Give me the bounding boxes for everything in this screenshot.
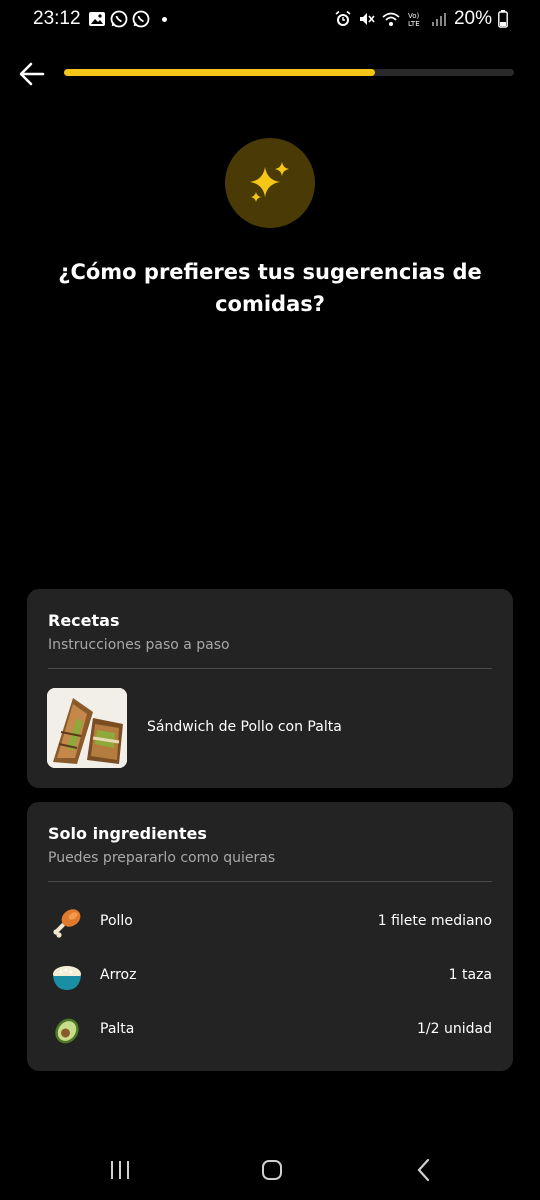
ingredient-row: Pollo 1 filete mediano [27, 902, 513, 942]
whatsapp-icon [132, 10, 150, 28]
wifi-icon [382, 12, 400, 26]
recipe-thumbnail [47, 688, 127, 768]
option-card-recipes[interactable]: Recetas Instrucciones paso a paso Sándwi… [27, 589, 513, 788]
svg-text:LTE: LTE [408, 20, 420, 28]
battery-icon [498, 10, 508, 28]
progress-fill [64, 69, 375, 76]
arrow-left-icon [19, 62, 45, 86]
avocado-icon [55, 1018, 79, 1044]
ingredient-name: Arroz [100, 967, 137, 983]
ingredient-quantity: 1 taza [448, 967, 492, 983]
divider [48, 668, 492, 669]
back-button[interactable] [14, 56, 50, 92]
ingredient-quantity: 1/2 unidad [417, 1021, 492, 1037]
system-nav-bar [0, 1140, 540, 1200]
top-bar [0, 50, 540, 94]
image-icon [89, 12, 105, 26]
chicken-leg-icon [53, 909, 81, 938]
svg-text:Vo): Vo) [408, 12, 420, 20]
home-button[interactable] [252, 1156, 292, 1184]
page-title: ¿Cómo prefieres tus sugerencias de comid… [58, 260, 482, 316]
more-notifications-dot [162, 16, 167, 22]
alarm-icon [335, 10, 351, 26]
card-title: Solo ingredientes [48, 824, 207, 843]
system-back-button[interactable] [404, 1156, 444, 1184]
divider [48, 881, 492, 882]
back-icon [417, 1158, 430, 1182]
mute-icon [359, 13, 375, 25]
option-card-ingredients[interactable]: Solo ingredientes Puedes prepararlo como… [27, 802, 513, 1071]
ingredient-row: Palta 1/2 unidad [27, 1010, 513, 1050]
progress-bar [64, 69, 514, 76]
sparkles-icon [250, 162, 289, 202]
battery-percent: 20% [453, 8, 492, 29]
ingredient-row: Arroz 1 taza [27, 956, 513, 996]
card-subtitle: Puedes prepararlo como quieras [48, 850, 276, 866]
ingredient-name: Pollo [100, 913, 133, 929]
volte-icon: Vo)LTE [408, 12, 420, 28]
whatsapp-icon [110, 10, 128, 28]
sandwich-image [47, 688, 127, 768]
status-system-icons: Vo) LTE 20% [334, 8, 508, 30]
recents-icon [111, 1161, 129, 1179]
status-time: 23:12 [33, 8, 81, 29]
ingredient-quantity: 1 filete mediano [377, 913, 492, 929]
rice-bowl-icon [53, 966, 81, 990]
status-notification-icons [88, 10, 167, 28]
hero-icon-circle [225, 138, 315, 228]
card-title: Recetas [48, 611, 120, 630]
status-bar: 23:12 Vo) LTE 20% [0, 0, 540, 40]
recents-button[interactable] [100, 1156, 140, 1184]
ingredient-name: Palta [100, 1021, 135, 1037]
recipe-name: Sándwich de Pollo con Palta [147, 719, 342, 735]
home-icon [262, 1160, 282, 1180]
signal-icon [431, 13, 446, 26]
card-subtitle: Instrucciones paso a paso [48, 637, 230, 653]
